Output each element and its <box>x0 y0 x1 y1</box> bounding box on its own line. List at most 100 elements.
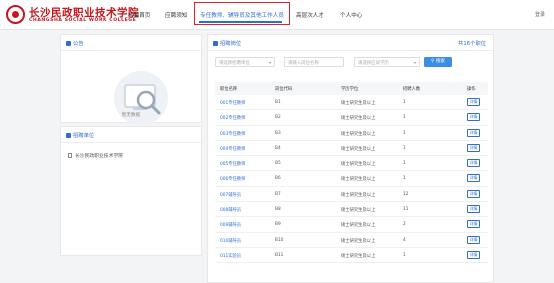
job-name-link[interactable]: 004专任教师 <box>220 146 245 152</box>
job-name-link[interactable]: 007辅导员 <box>220 192 241 198</box>
table-header: 职位名称 岗位代码 学历学位 招聘人数 操作 <box>215 82 488 95</box>
detail-button[interactable]: 详情 <box>467 235 480 244</box>
job-count: 11 <box>403 207 409 213</box>
units-title: 招聘单位 <box>66 131 94 139</box>
job-count: 2 <box>403 222 406 228</box>
search-button[interactable]: ⚲ 搜索 <box>424 57 452 67</box>
detail-button[interactable]: 详情 <box>467 128 480 137</box>
announcement-icon <box>66 40 71 46</box>
job-count: 12 <box>403 191 409 197</box>
job-code: B7 <box>275 191 281 197</box>
search-button-label: 搜索 <box>435 59 446 64</box>
job-code: B6 <box>275 176 281 182</box>
table-row: 005专任教师 B5 硕士研究生及以上 1 详情 <box>215 156 488 172</box>
detail-button[interactable]: 详情 <box>467 250 480 259</box>
search-list-icon <box>213 40 218 46</box>
job-name-link[interactable]: 005专任教师 <box>220 161 245 167</box>
unit-item-label: 长沙民政职业技术学院 <box>75 154 123 159</box>
table-row: 003专任教师 B3 硕士研究生及以上 1 详情 <box>215 126 488 141</box>
degree-select[interactable]: 请选择应试学历 ▾ <box>354 57 420 67</box>
job-count: 4 <box>403 237 406 243</box>
jobs-title: 招聘岗位 <box>213 39 241 47</box>
nav-home[interactable]: 招聘首页 <box>128 11 150 19</box>
table-row: 004专任教师 B4 硕士研究生及以上 1 详情 <box>215 141 488 157</box>
announcement-title-text: 公告 <box>73 41 84 47</box>
table-row: 010辅导员 B10 硕士研究生及以上 4 详情 <box>215 233 488 248</box>
job-count: 1 <box>403 130 406 136</box>
job-degree: 硕士研究生及以上 <box>341 253 376 259</box>
empty-data-icon <box>114 71 168 125</box>
table-row: 001专任教师 B1 硕士研究生及以上 1 详情 <box>215 95 488 111</box>
table-row: 007辅导员 B7 硕士研究生及以上 12 详情 <box>215 187 488 203</box>
job-degree: 硕士研究生及以上 <box>341 131 376 137</box>
detail-button[interactable]: 详情 <box>467 189 480 198</box>
job-name-link[interactable]: 009辅导员 <box>220 222 241 228</box>
job-code: B10 <box>275 237 284 243</box>
table-row: 011实验员 B11 硕士研究生及以上 1 详情 <box>215 248 488 264</box>
jobs-title-text: 招聘岗位 <box>220 41 242 47</box>
nav-teachers-staff[interactable]: 专任教师、辅导员及其他工作人员 <box>200 11 284 19</box>
total-count: 共16个职位 <box>458 41 486 47</box>
job-count: 1 <box>403 115 406 121</box>
nav-high-level-talent[interactable]: 高层次人才 <box>296 11 324 19</box>
job-name-link[interactable]: 001专任教师 <box>220 100 245 106</box>
column-header: 操作 <box>467 87 476 92</box>
job-degree: 硕士研究生及以上 <box>341 116 376 122</box>
job-degree: 硕士研究生及以上 <box>341 223 376 229</box>
empty-text: 暂无数据 <box>121 113 141 118</box>
job-count: 1 <box>403 145 406 151</box>
job-degree: 硕士研究生及以上 <box>341 162 376 168</box>
job-degree: 硕士研究生及以上 <box>341 208 376 214</box>
position-name-input[interactable]: 请输入岗位名称 <box>284 57 344 67</box>
unit-item[interactable]: 长沙民政职业技术学院 <box>68 152 123 159</box>
column-header: 职位名称 <box>220 87 238 92</box>
job-name-link[interactable]: 010辅导员 <box>220 238 241 244</box>
nav-personal-center[interactable]: 个人中心 <box>340 11 362 19</box>
detail-button[interactable]: 详情 <box>467 220 480 229</box>
chevron-down-icon: ▾ <box>268 60 271 65</box>
job-code: B3 <box>275 130 281 136</box>
job-degree: 硕士研究生及以上 <box>341 238 376 244</box>
column-header: 招聘人数 <box>403 87 421 92</box>
units-panel: 招聘单位 长沙民政职业技术学院 <box>60 126 202 256</box>
divider <box>61 50 201 51</box>
nav-notice[interactable]: 应聘须知 <box>165 11 187 19</box>
unit-select-placeholder: 请选择招聘单位 <box>219 61 250 66</box>
detail-button[interactable]: 详情 <box>467 143 480 152</box>
job-name-link[interactable]: 002专任教师 <box>220 115 245 121</box>
job-degree: 硕士研究生及以上 <box>341 177 376 183</box>
jobs-table: 职位名称 岗位代码 学历学位 招聘人数 操作 001专任教师 B1 硕士研究生及以上… <box>215 82 488 264</box>
job-count: 1 <box>403 176 406 182</box>
chevron-down-icon: ▾ <box>413 60 416 65</box>
nav-active-underline <box>199 21 282 23</box>
detail-button[interactable]: 详情 <box>467 174 480 183</box>
divider <box>61 142 201 143</box>
job-count: 1 <box>403 161 406 167</box>
job-name-link[interactable]: 011实验员 <box>220 253 241 259</box>
job-name-link[interactable]: 008辅导员 <box>220 207 241 213</box>
column-header: 岗位代码 <box>275 87 293 92</box>
login-link[interactable]: 登录 <box>535 11 545 18</box>
document-icon <box>68 153 72 158</box>
job-name-link[interactable]: 003专任教师 <box>220 131 245 137</box>
job-code: B11 <box>275 252 284 258</box>
table-row: 002专任教师 B2 硕士研究生及以上 1 详情 <box>215 110 488 126</box>
jobs-panel: 招聘岗位 共16个职位 请选择招聘单位 ▾ 请输入岗位名称 请选择应试学历 ▾ … <box>207 34 494 283</box>
detail-button[interactable]: 详情 <box>467 205 480 214</box>
job-count: 1 <box>403 252 406 258</box>
job-degree: 硕士研究生及以上 <box>341 146 376 152</box>
unit-select[interactable]: 请选择招聘单位 ▾ <box>215 57 275 67</box>
detail-button[interactable]: 详情 <box>467 159 480 168</box>
school-logo-icon[interactable] <box>6 5 25 24</box>
job-name-link[interactable]: 006专任教师 <box>220 176 245 182</box>
detail-button[interactable]: 详情 <box>467 98 480 106</box>
top-header: 长沙民政职业技术学院 CHANGSHA SOCIAL WORK COLLEGE … <box>0 0 554 30</box>
table-row: 009辅导员 B9 硕士研究生及以上 2 详情 <box>215 217 488 233</box>
job-code: B8 <box>275 207 281 213</box>
table-body: 001专任教师 B1 硕士研究生及以上 1 详情 002专任教师 B2 硕士研究生及以上 1 详情… <box>215 95 488 264</box>
units-title-text: 招聘单位 <box>73 133 95 139</box>
job-count: 1 <box>403 100 406 105</box>
detail-button[interactable]: 详情 <box>467 113 480 122</box>
job-degree: 硕士研究生及以上 <box>341 192 376 198</box>
job-code: B4 <box>275 145 281 151</box>
